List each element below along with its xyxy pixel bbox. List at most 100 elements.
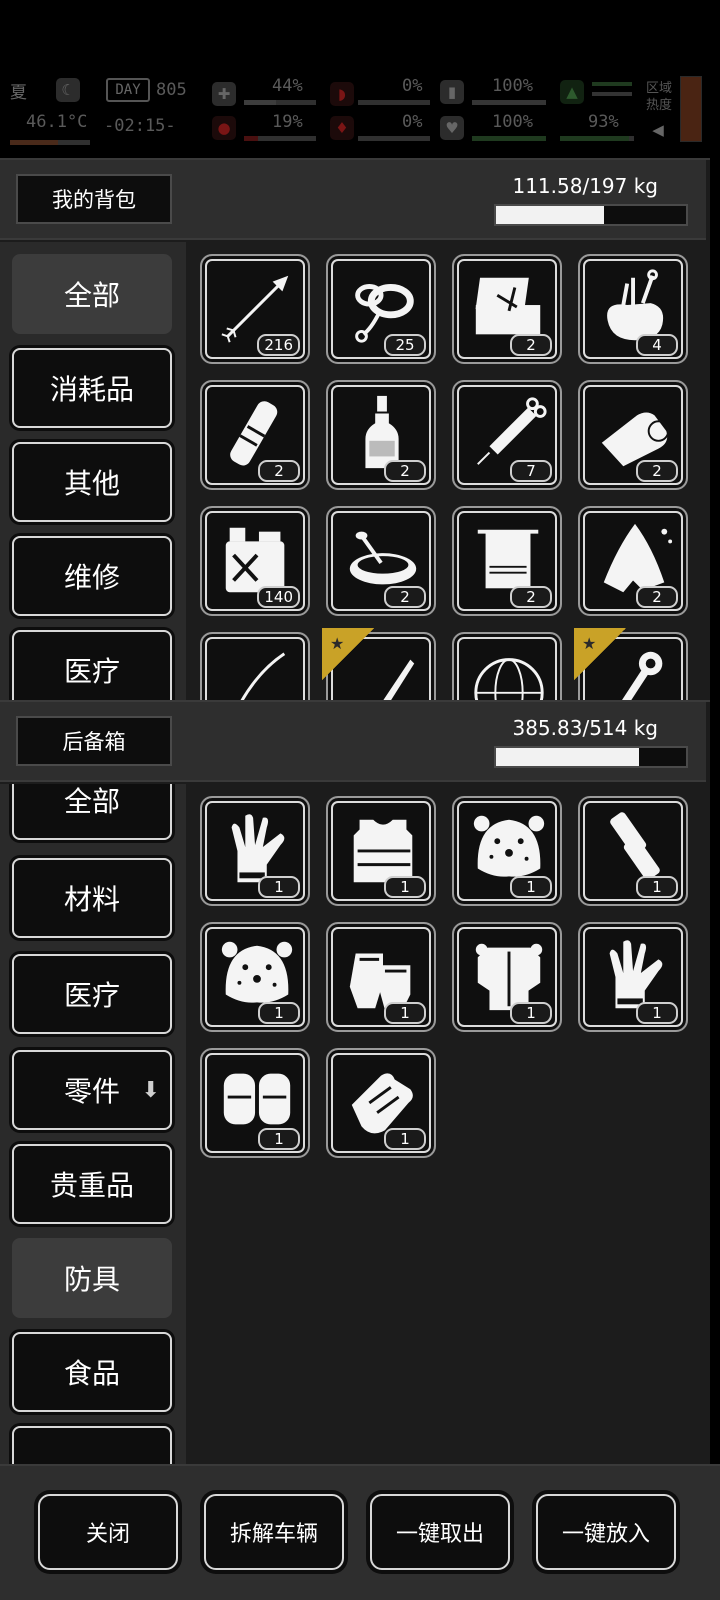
- backpack-weight-bar: [494, 204, 688, 226]
- season-label: 夏: [10, 83, 27, 103]
- arrow-down-icon: ⬇: [141, 1078, 160, 1103]
- storage-tab-medical[interactable]: 医疗: [12, 954, 172, 1034]
- item-count-badge: 1: [258, 1002, 300, 1024]
- item-count-badge: 1: [258, 1128, 300, 1150]
- storage-item-slot[interactable]: 1: [452, 796, 562, 906]
- backpack-item-slot[interactable]: 216: [200, 254, 310, 364]
- item-count-badge: 1: [636, 1002, 678, 1024]
- storage-item-slot[interactable]: 1: [452, 922, 562, 1032]
- thirst-readout: 0%: [402, 112, 423, 132]
- backpack-item-slot[interactable]: 7: [452, 380, 562, 490]
- backpack-tab-consumables[interactable]: 消耗品: [12, 348, 172, 428]
- item-count-badge: 1: [258, 876, 300, 898]
- storage-item-slot[interactable]: 1: [578, 922, 688, 1032]
- storage-panel: 后备箱 385.83/514 kg 全部 材料 医疗 零件 ⬇ 贵重品 防具 食…: [0, 700, 710, 1464]
- storage-item-slot[interactable]: 1: [200, 922, 310, 1032]
- mood-stripe-2: [592, 92, 632, 96]
- bleed-readout: 19%: [272, 112, 303, 132]
- storage-tab-valuables[interactable]: 贵重品: [12, 1144, 172, 1224]
- dismantle-vehicle-button[interactable]: 拆解车辆: [204, 1494, 344, 1570]
- heart-icon: ♥: [440, 116, 464, 140]
- item-count-badge: 2: [510, 586, 552, 608]
- stamina-bar: [472, 100, 546, 105]
- day-label: DAY: [106, 78, 150, 102]
- backpack-category-sidebar: 全部 消耗品 其他 维修 医疗: [0, 242, 186, 702]
- mood-bar: [560, 136, 634, 141]
- storage-item-slot[interactable]: 1: [326, 796, 436, 906]
- speaker-icon[interactable]: ◀: [646, 118, 670, 142]
- time-readout: -02:15-: [104, 116, 176, 136]
- item-count-badge: 2: [510, 334, 552, 356]
- temperature-bar: [10, 140, 90, 145]
- backpack-tab-repair[interactable]: 维修: [12, 536, 172, 616]
- thirst-bar: [358, 136, 430, 141]
- storage-tab-parts[interactable]: 零件 ⬇: [12, 1050, 172, 1130]
- storage-weight-bar: [494, 746, 688, 768]
- backpack-item-slot[interactable]: [452, 632, 562, 702]
- storage-item-slot[interactable]: 1: [200, 796, 310, 906]
- backpack-item-slot[interactable]: 140: [200, 506, 310, 616]
- water-drop-icon: ♦: [330, 116, 354, 140]
- backpack-title: 我的背包: [16, 174, 172, 224]
- close-button[interactable]: 关闭: [38, 1494, 178, 1570]
- backpack-tab-medical[interactable]: 医疗: [12, 630, 172, 702]
- backpack-item-slot[interactable]: 2: [200, 380, 310, 490]
- backpack-item-slot[interactable]: 2: [578, 380, 688, 490]
- medkit-icon: ✚: [212, 82, 236, 106]
- storage-tab-all[interactable]: 全部: [12, 784, 172, 840]
- backpack-item-slot[interactable]: ★: [574, 628, 688, 702]
- item-count-badge: 1: [384, 1128, 426, 1150]
- storage-item-grid: 1 1 1 1 1 1 1 1 1 1: [186, 784, 706, 1464]
- backpack-item-slot[interactable]: [200, 632, 310, 702]
- moon-icon: ☾: [56, 78, 80, 102]
- item-count-badge: 1: [510, 876, 552, 898]
- action-bar: 关闭 拆解车辆 一键取出 一键放入: [0, 1464, 720, 1600]
- storage-tab-food[interactable]: 食品: [12, 1332, 172, 1412]
- temperature-readout: 46.1°C: [26, 112, 88, 132]
- backpack-panel: 我的背包 111.58/197 kg 全部 消耗品 其他 维修 医疗 216 25…: [0, 158, 710, 702]
- backpack-item-slot[interactable]: 4: [578, 254, 688, 364]
- storage-item-slot[interactable]: 1: [200, 1048, 310, 1158]
- item-count-badge: 216: [257, 334, 300, 356]
- item-count-badge: 2: [636, 460, 678, 482]
- stomach-icon: ◗: [330, 82, 354, 106]
- storage-tab-armor[interactable]: 防具: [12, 1238, 172, 1318]
- backpack-item-slot[interactable]: 2: [452, 506, 562, 616]
- storage-tab-partial[interactable]: [12, 1426, 172, 1464]
- storage-item-slot[interactable]: 1: [326, 1048, 436, 1158]
- star-tag-icon: ★: [574, 628, 626, 680]
- backpack-weight-fill: [496, 206, 604, 224]
- stamina-readout: 100%: [492, 76, 533, 96]
- backpack-tab-all[interactable]: 全部: [12, 254, 172, 334]
- backpack-item-slot[interactable]: 2: [326, 506, 436, 616]
- storage-tab-parts-label: 零件: [63, 1075, 120, 1108]
- day-number: 805: [156, 80, 187, 100]
- item-count-badge: 2: [384, 586, 426, 608]
- health-bar: [244, 100, 316, 105]
- item-count-badge: 140: [257, 586, 300, 608]
- storage-weight-fill: [496, 748, 639, 766]
- backpack-tab-other[interactable]: 其他: [12, 442, 172, 522]
- backpack-item-slot[interactable]: 2: [452, 254, 562, 364]
- storage-category-sidebar: 全部 材料 医疗 零件 ⬇ 贵重品 防具 食品: [0, 784, 186, 1464]
- mood-stripe-1: [592, 82, 632, 86]
- backpack-weight: 111.58/197 kg: [512, 174, 658, 198]
- hunger-readout: 0%: [402, 76, 423, 96]
- take-all-button[interactable]: 一键取出: [370, 1494, 510, 1570]
- backpack-header: 我的背包 111.58/197 kg: [0, 160, 706, 240]
- item-count-badge: 2: [636, 586, 678, 608]
- storage-item-slot[interactable]: 1: [578, 796, 688, 906]
- backpack-item-slot[interactable]: 25: [326, 254, 436, 364]
- storage-header: 后备箱 385.83/514 kg: [0, 702, 706, 782]
- hunger-bar: [358, 100, 430, 105]
- item-count-badge: 7: [510, 460, 552, 482]
- backpack-item-slot[interactable]: 2: [578, 506, 688, 616]
- item-count-badge: 4: [636, 334, 678, 356]
- storage-weight: 385.83/514 kg: [512, 716, 658, 740]
- backpack-item-slot[interactable]: 2: [326, 380, 436, 490]
- storage-tab-materials[interactable]: 材料: [12, 858, 172, 938]
- backpack-item-slot[interactable]: ★: [322, 628, 436, 702]
- bleed-icon: ●: [212, 116, 236, 140]
- put-all-button[interactable]: 一键放入: [536, 1494, 676, 1570]
- storage-item-slot[interactable]: 1: [326, 922, 436, 1032]
